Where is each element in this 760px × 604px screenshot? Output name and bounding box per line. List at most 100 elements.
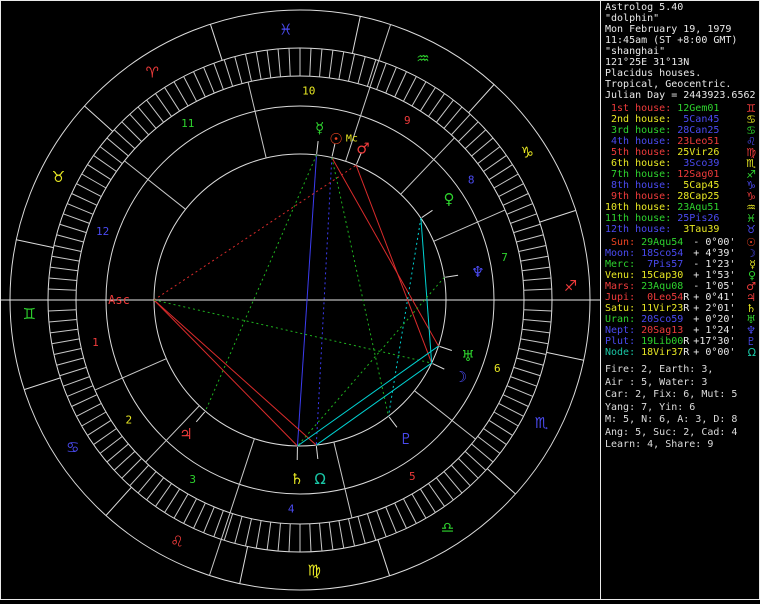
- degree-tick: [412, 494, 426, 518]
- planet-row: Uran:20Sco59 + 0°20'♅: [601, 314, 760, 325]
- wheel-glyph-north-node: Ω: [314, 470, 325, 488]
- degree-tick: [87, 420, 111, 435]
- degree-tick: [256, 52, 261, 80]
- retrograde-flag: [683, 248, 689, 259]
- house-cusp-value: 12Sag01: [677, 169, 719, 180]
- sign-boundary: [469, 84, 494, 112]
- degree-tick: [412, 82, 426, 106]
- degree-tick: [82, 412, 106, 426]
- planet-velocity: + 0°00': [693, 347, 735, 358]
- degree-tick: [339, 52, 344, 80]
- degree-tick: [267, 50, 271, 78]
- planet-velocity: + 0°41': [693, 292, 735, 303]
- house-row: 1st house:12Gem01♊: [601, 103, 760, 114]
- wheel-glyph-venus: ♀: [444, 190, 455, 208]
- degree-tick: [522, 329, 550, 333]
- degree-tick: [523, 278, 551, 280]
- degree-tick: [194, 503, 206, 528]
- house-label: 6th house:: [605, 158, 671, 169]
- house-number-3: 3: [189, 473, 196, 486]
- degree-tick: [514, 224, 541, 232]
- aspect-line: [332, 158, 439, 347]
- degree-tick: [130, 114, 149, 135]
- glyph-pointer: [439, 346, 451, 350]
- retrograde-flag: [683, 281, 689, 292]
- aspect-line: [297, 277, 444, 446]
- house-cusp-value: 23Leo51: [677, 136, 719, 147]
- planet-row: Jupi: 0Leo54R+ 0°41'♃: [601, 292, 760, 303]
- zodiac-system: Tropical, Geocentric.: [601, 79, 760, 90]
- degree-tick: [478, 147, 500, 164]
- glyph-pointer: [422, 210, 433, 217]
- wheel-glyph-moon: ☽: [454, 368, 467, 386]
- wheel-glyph-ascendant: Asc: [108, 293, 130, 307]
- house-number-7: 7: [501, 251, 508, 264]
- app-title: Astrolog 5.40: [601, 2, 760, 13]
- degree-tick: [63, 377, 89, 387]
- degree-tick: [147, 100, 164, 122]
- planet-row: Mars:23Aqu08 - 1°05'♂: [601, 281, 760, 292]
- sign-boundary: [378, 540, 390, 576]
- degree-tick: [235, 516, 242, 543]
- degree-tick: [428, 94, 444, 117]
- degree-tick: [256, 521, 261, 549]
- house-number-10: 10: [302, 85, 315, 98]
- degree-tick: [67, 386, 93, 397]
- glyph-pointer: [445, 275, 458, 277]
- degree-tick: [386, 67, 397, 93]
- planet-label: Jupi:: [605, 292, 635, 303]
- house-cusp-line: [95, 359, 166, 390]
- degree-tick: [114, 130, 135, 149]
- wheel-glyph-neptune: ♆: [471, 263, 484, 281]
- house-label: 7th house:: [605, 169, 671, 180]
- planet-velocity: + 1°53': [693, 270, 735, 281]
- zodiac-sign-icon-scorpio: ♏: [535, 414, 549, 432]
- degree-tick: [522, 267, 550, 271]
- degree-tick: [204, 507, 215, 533]
- degree-tick: [245, 519, 251, 546]
- degree-tick: [49, 320, 77, 322]
- degree-tick: [100, 147, 122, 164]
- degree-tick: [499, 403, 524, 416]
- planet-position-list: Sun:29Aqu54 - 0°00'☉Moon:18Sco54 + 4°39'…: [601, 237, 760, 358]
- degree-tick: [444, 107, 462, 128]
- aspect-line: [316, 363, 431, 445]
- degree-tick: [114, 451, 135, 470]
- zodiac-sign-icon-taurus: ♉: [52, 168, 65, 186]
- planet-label: Plut:: [605, 336, 635, 347]
- house-cusp-value: 5Can45: [677, 114, 719, 125]
- degree-tick: [428, 483, 444, 506]
- planet-position-value: 0Leo54: [641, 292, 683, 303]
- degree-tick: [155, 94, 171, 117]
- planet-position-value: 20Sag13: [641, 325, 683, 336]
- degree-tick: [499, 184, 524, 197]
- degree-tick: [489, 165, 513, 180]
- zodiac-sign-icon-aries: ♈: [146, 64, 159, 82]
- degree-tick: [458, 122, 478, 142]
- degree-tick: [63, 214, 89, 224]
- degree-tick: [60, 224, 87, 232]
- degree-tick: [348, 519, 354, 546]
- retrograde-flag: R: [683, 292, 689, 303]
- wheel-glyph-mars: ♂: [356, 140, 369, 158]
- degree-tick: [503, 194, 528, 206]
- house-cusp-value: 25Pis26: [677, 213, 719, 224]
- degree-tick: [245, 54, 251, 81]
- house-number-4: 4: [288, 502, 295, 515]
- info-sidebar: Astrolog 5.40 "dolphin" Mon February 19,…: [600, 0, 760, 600]
- degree-tick: [494, 174, 518, 188]
- house-label: 8th house:: [605, 180, 671, 191]
- aspect-line: [356, 165, 432, 363]
- zodiac-sign-icon-pisces: ♓: [279, 20, 292, 38]
- planet-label: Uran:: [605, 314, 635, 325]
- degree-tick: [329, 50, 333, 78]
- sign-boundary: [16, 240, 53, 248]
- house-number-6: 6: [494, 362, 501, 375]
- degree-tick: [184, 499, 197, 524]
- planet-row: Moon:18Sco54 + 4°39'☽: [601, 248, 760, 259]
- chart-pane: ♈♉♊♋♌♍♎♏♐♑♒♓123456789101112☿☉Mc♂♀♆♅☽♇Ω♄♃…: [0, 0, 600, 600]
- degree-tick: [483, 155, 506, 171]
- chart-date: Mon February 19, 1979: [601, 24, 760, 35]
- stat-house-types: Ang: 5, Suc: 2, Cad: 4: [601, 427, 760, 440]
- planet-row: Plut:19Lib00R+17°30'♇: [601, 336, 760, 347]
